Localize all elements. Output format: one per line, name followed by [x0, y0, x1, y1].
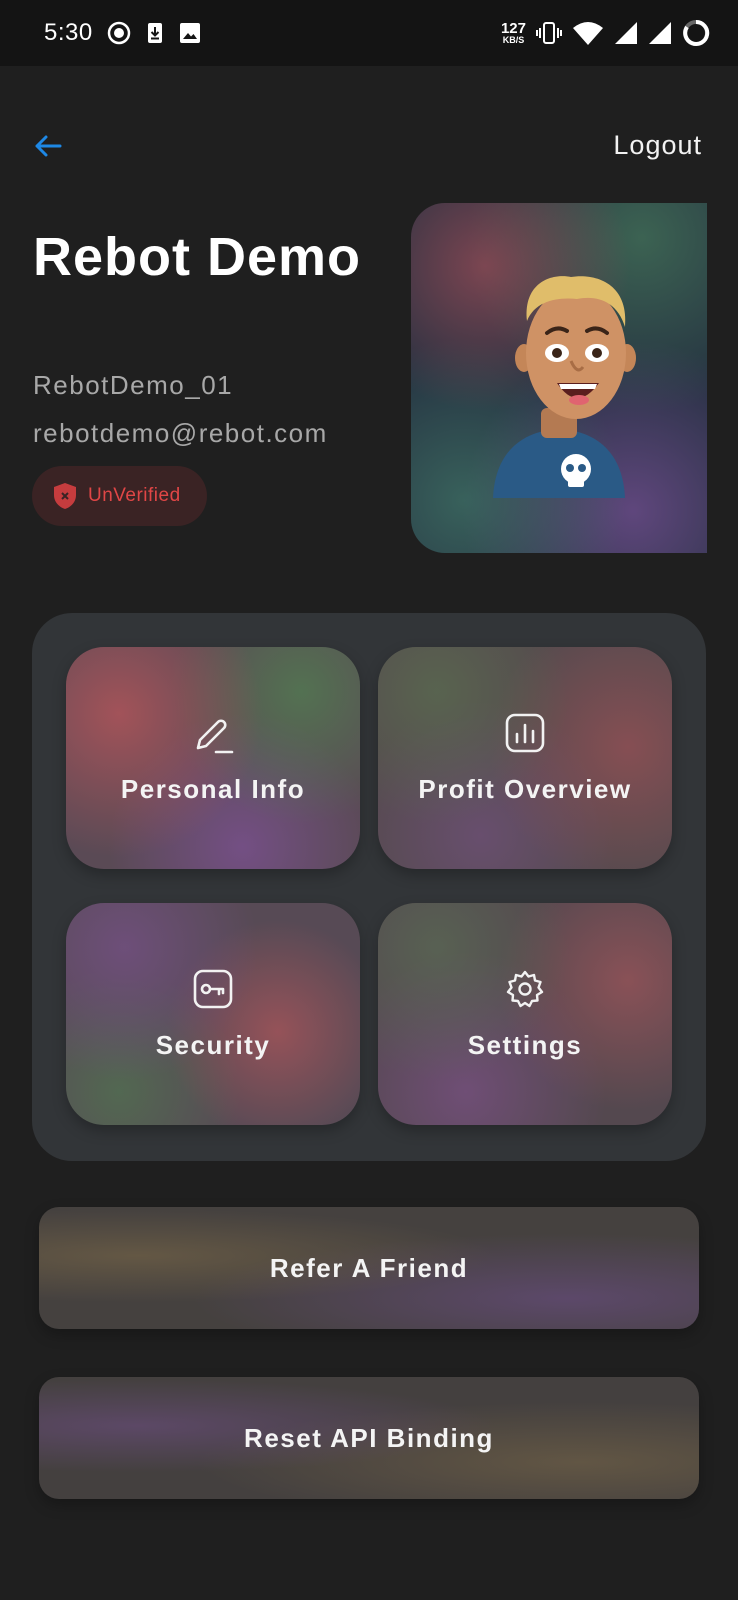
verification-status-badge: UnVerified [32, 466, 207, 526]
security-tile[interactable]: Security [66, 903, 360, 1125]
logout-button[interactable]: Logout [613, 130, 702, 161]
personal-info-label: Personal Info [120, 773, 306, 804]
network-speed-value: 127 [500, 20, 526, 37]
network-speed-unit: KB/S [502, 35, 525, 45]
avatar [493, 276, 636, 498]
refer-a-friend-button[interactable]: Refer A Friend [39, 1207, 699, 1329]
image-icon [179, 22, 201, 44]
arrow-left-icon [35, 135, 62, 157]
download-icon [145, 22, 165, 44]
battery-ring-icon [682, 19, 710, 47]
refer-a-friend-label: Refer A Friend [269, 1252, 469, 1283]
back-button[interactable] [30, 128, 66, 164]
status-bar: 5:30 127 KB/S [0, 0, 738, 66]
vibrate-icon [536, 20, 562, 46]
profile-name: Rebot Demo [33, 227, 362, 287]
status-right: 127 KB/S [501, 19, 710, 47]
profile-username: RebotDemo_01 [33, 370, 234, 400]
bar-chart-icon [505, 713, 545, 752]
network-speed: 127 KB/S [501, 21, 526, 45]
personal-info-tile[interactable]: Personal Info [66, 647, 360, 869]
signal-icon [648, 21, 672, 45]
profit-overview-tile[interactable]: Profit Overview [378, 647, 672, 869]
settings-label: Settings [467, 1029, 583, 1060]
pencil-icon [196, 718, 234, 753]
avatar-card [411, 203, 707, 553]
profile-email: rebotdemo@rebot.com [33, 418, 328, 448]
profit-overview-label: Profit Overview [418, 773, 632, 804]
signal-icon [614, 21, 638, 45]
wifi-icon [572, 20, 604, 46]
key-icon [193, 969, 233, 1008]
verification-status-label: UnVerified [88, 485, 181, 506]
status-time: 5:30 [44, 19, 93, 46]
reset-api-binding-label: Reset API Binding [244, 1422, 494, 1453]
reset-api-binding-button[interactable]: Reset API Binding [39, 1377, 699, 1499]
security-label: Security [155, 1029, 271, 1060]
top-bar: Logout [0, 118, 738, 178]
shield-x-icon [54, 483, 76, 509]
status-left: 5:30 [44, 19, 201, 47]
gear-icon [506, 970, 544, 1007]
settings-tile[interactable]: Settings [378, 903, 672, 1125]
menu-panel: Personal Info Profit Overview Security S… [32, 613, 706, 1161]
record-icon [107, 21, 131, 45]
